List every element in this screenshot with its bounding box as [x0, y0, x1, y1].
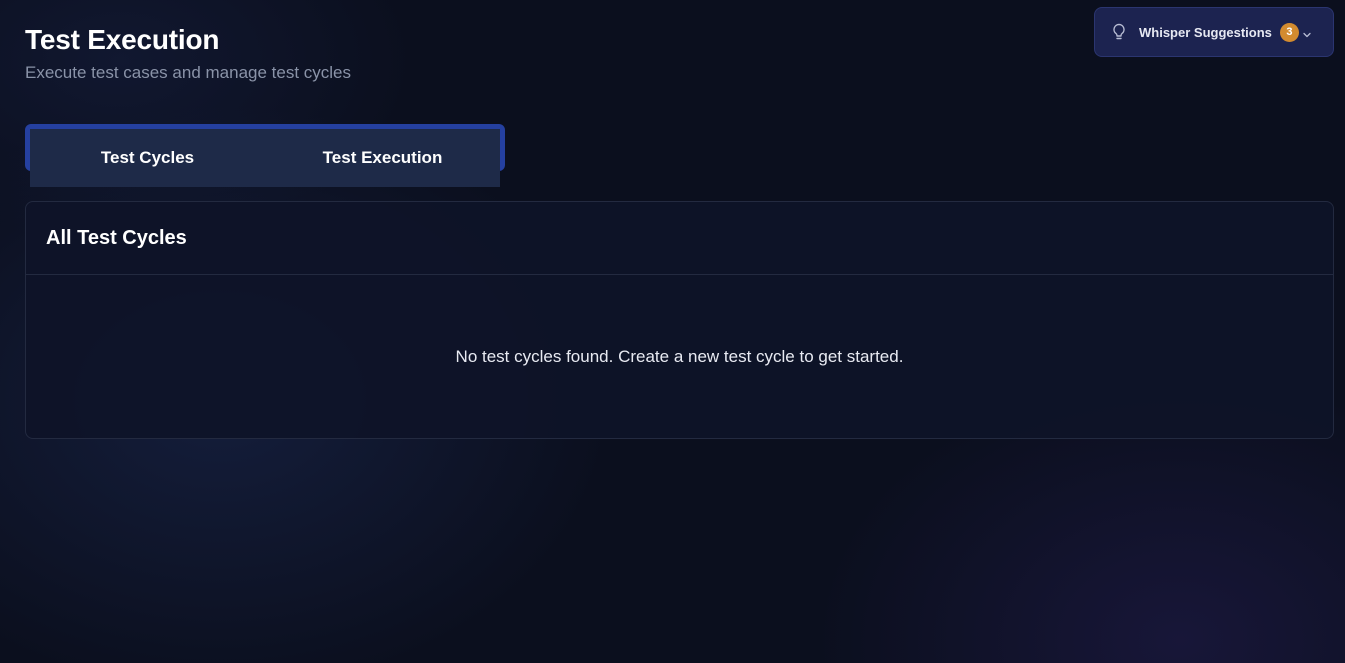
page-title: Test Execution [25, 24, 220, 55]
empty-state-message: No test cycles found. Create a new test … [455, 347, 904, 366]
lightbulb-icon [1111, 23, 1127, 41]
page-subtitle: Execute test cases and manage test cycle… [25, 63, 352, 82]
whisper-suggestions-label: Whisper Suggestions [1139, 24, 1272, 40]
tab-test-cycles[interactable]: Test Cycles [30, 129, 265, 187]
card-header: All Test Cycles [26, 202, 1333, 275]
card-title: All Test Cycles [46, 226, 187, 249]
tab-test-execution[interactable]: Test Execution [265, 129, 500, 187]
test-cycles-card: All Test Cycles No test cycles found. Cr… [25, 201, 1334, 439]
tab-list: Test Cycles Test Execution [30, 129, 500, 187]
chevron-down-icon [1302, 27, 1312, 38]
whisper-suggestions-button[interactable]: Whisper Suggestions 3 [1094, 7, 1334, 57]
suggestions-count-badge: 3 [1279, 22, 1299, 42]
